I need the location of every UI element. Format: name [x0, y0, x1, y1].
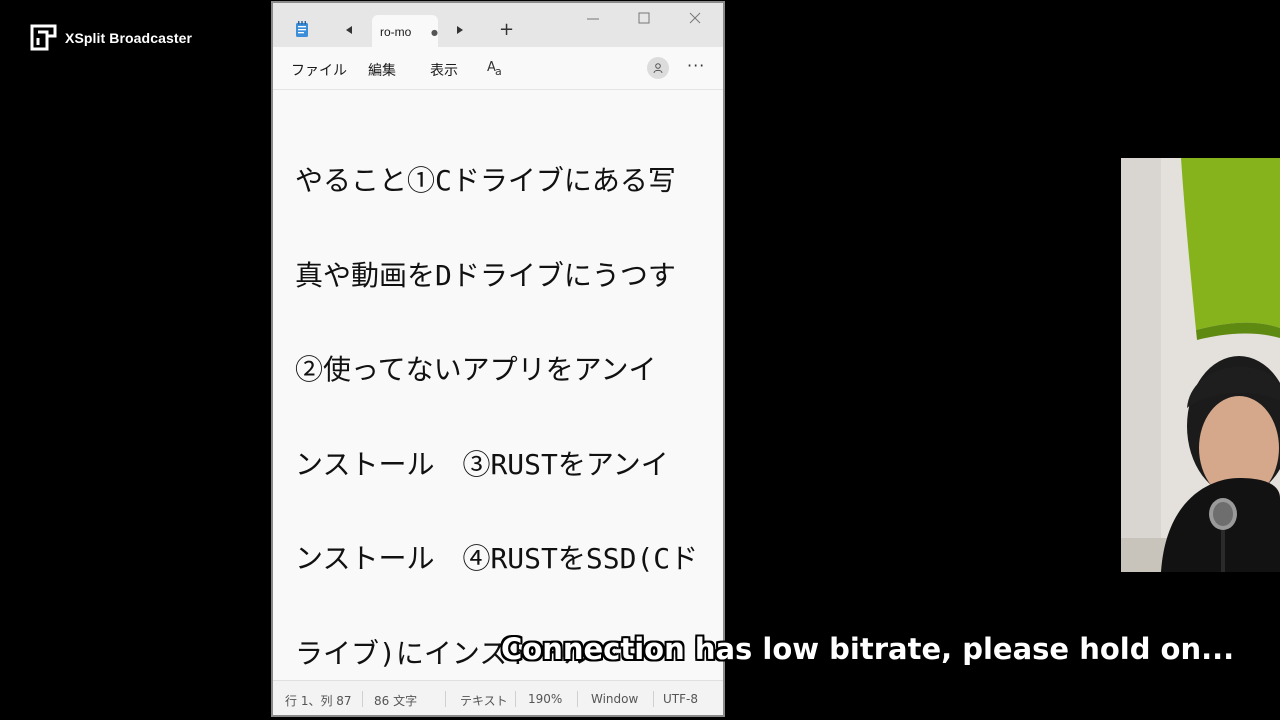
minimize-icon[interactable]	[586, 11, 600, 25]
xsplit-logo-icon	[30, 24, 57, 51]
tab-ro-mo[interactable]: ro-mo ●	[372, 15, 438, 47]
status-divider	[515, 691, 516, 707]
status-divider	[653, 691, 654, 707]
new-tab-icon[interactable]: +	[499, 21, 514, 39]
menu-file[interactable]: ファイル	[291, 60, 347, 80]
status-divider	[362, 691, 363, 707]
webcam-image	[1121, 158, 1280, 572]
text-line: ンストール ③RUSTをアンイ	[295, 447, 669, 481]
status-bar: 行 1、列 87 86 文字 テキスト 190% Window UTF-8	[273, 680, 723, 715]
zoom-level[interactable]: 190%	[528, 692, 562, 706]
xsplit-watermark: XSplit Broadcaster	[30, 24, 192, 51]
text-format[interactable]: テキスト	[460, 692, 508, 709]
font-icon[interactable]: A a	[486, 58, 506, 78]
svg-text:a: a	[495, 65, 502, 78]
status-divider	[445, 691, 446, 707]
status-divider	[577, 691, 578, 707]
char-count: 86 文字	[374, 694, 418, 708]
editor-content: やること①Cドライブにある写 真や動画をDドライブにうつす ②使ってないアプリを…	[295, 102, 723, 715]
account-icon[interactable]	[647, 57, 669, 79]
notepad-window: ro-mo ● + ファイル 編集 表示 A a ··· やること①Cドライブに…	[271, 1, 725, 717]
encoding[interactable]: UTF-8	[663, 692, 698, 706]
cursor-position: 行 1、列 87	[285, 694, 352, 708]
menu-view[interactable]: 表示	[430, 60, 458, 80]
notepad-icon	[296, 21, 308, 37]
line-ending[interactable]: Window	[591, 692, 638, 706]
low-bitrate-notice: Connection has low bitrate, please hold …	[501, 632, 1235, 666]
tab-title: ro-mo	[380, 25, 412, 39]
tab-scroll-right-icon[interactable]	[455, 25, 465, 35]
more-options-icon[interactable]: ···	[687, 56, 705, 75]
stream-stage: XSplit Broadcaster ro-mo ● + ファイル 編集 表示 …	[0, 0, 1280, 720]
text-line: ンストール ④RUSTをSSD(Cド	[295, 542, 699, 575]
webcam-feed	[1121, 158, 1280, 572]
close-icon[interactable]	[688, 11, 702, 25]
xsplit-brand-text: XSplit Broadcaster	[65, 29, 193, 46]
title-bar: ro-mo ● +	[273, 3, 723, 47]
maximize-icon[interactable]	[637, 11, 651, 25]
unsaved-dot-icon: ●	[431, 28, 438, 37]
text-line: ②使ってないアプリをアンイ	[295, 353, 657, 386]
tab-scroll-left-icon[interactable]	[344, 25, 354, 35]
menu-bar: ファイル 編集 表示 A a ···	[273, 47, 723, 90]
text-editor[interactable]: やること①Cドライブにある写 真や動画をDドライブにうつす ②使ってないアプリを…	[273, 90, 723, 680]
text-line: 真や動画をDドライブにうつす	[295, 258, 676, 292]
menu-edit[interactable]: 編集	[368, 60, 396, 80]
text-line: やること①Cドライブにある写	[295, 164, 676, 197]
